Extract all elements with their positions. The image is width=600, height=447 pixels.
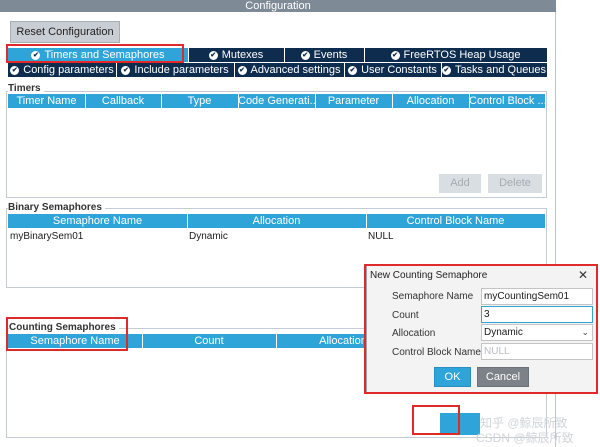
check-circle-icon: ✔ <box>208 50 218 60</box>
tab-label: Events <box>313 49 348 62</box>
check-circle-icon: ✔ <box>121 65 131 75</box>
add-timer-button[interactable]: Add <box>439 174 481 193</box>
tab-label: Config parameters <box>23 64 114 77</box>
column-header[interactable]: Control Block ... <box>469 94 545 108</box>
column-header[interactable]: Count <box>142 334 277 348</box>
highlight-add-button <box>412 405 460 435</box>
timers-table-header: Timer Name Callback Type Code Generati..… <box>8 94 545 108</box>
column-header[interactable]: Allocation <box>392 94 470 108</box>
tab-label: Include parameters <box>134 64 229 77</box>
tab-label: User Constants <box>361 64 437 77</box>
column-header[interactable]: Code Generati... <box>238 94 316 108</box>
tab-tasks-and-queues[interactable]: ✔ Tasks and Queues <box>441 63 547 77</box>
check-circle-icon: ✔ <box>237 65 247 75</box>
check-circle-icon: ✔ <box>348 65 358 75</box>
binary-semaphores-section-label: Binary Semaphores <box>8 202 105 213</box>
tab-events[interactable]: ✔ Events <box>284 48 365 62</box>
binary-table-header: Semaphore Name Allocation Control Block … <box>8 214 545 228</box>
tab-include-parameters[interactable]: ✔ Include parameters <box>116 63 235 77</box>
tab-advanced-settings[interactable]: ✔ Advanced settings <box>234 63 345 77</box>
highlight-active-tab <box>6 44 184 63</box>
column-header[interactable]: Semaphore Name <box>8 214 188 228</box>
timers-section-label: Timers <box>8 83 44 94</box>
allocation-cell: Dynamic <box>189 231 228 242</box>
tab-freertos-heap-usage[interactable]: ✔ FreeRTOS Heap Usage <box>364 48 547 62</box>
tab-label: FreeRTOS Heap Usage <box>403 49 521 62</box>
check-circle-icon: ✔ <box>300 50 310 60</box>
column-header[interactable]: Allocation <box>187 214 367 228</box>
column-header[interactable]: Type <box>161 94 239 108</box>
reset-configuration-button[interactable]: Reset Configuration <box>10 21 120 43</box>
semaphore-name-cell: myBinarySem01 <box>10 231 84 242</box>
check-circle-icon: ✔ <box>441 65 451 75</box>
table-row[interactable]: myBinarySem01 Dynamic NULL <box>8 230 545 244</box>
tab-config-parameters[interactable]: ✔ Config parameters <box>8 63 117 77</box>
tab-label: Tasks and Queues <box>454 64 547 77</box>
tab-bar-secondary: ✔ Config parameters ✔ Include parameters ✔… <box>8 63 547 77</box>
delete-timer-button[interactable]: Delete <box>488 174 542 193</box>
check-circle-icon: ✔ <box>390 50 400 60</box>
highlight-dialog <box>364 264 598 394</box>
control-block-cell: NULL <box>368 231 394 242</box>
column-header[interactable]: Control Block Name <box>366 214 545 228</box>
tab-label: Mutexes <box>221 49 264 62</box>
tab-label: Advanced settings <box>250 64 341 77</box>
highlight-counting-semaphores <box>6 317 128 351</box>
watermark-line-2: CSDN @鲸辰所致 <box>476 431 574 445</box>
window-title: Configuration <box>0 0 556 12</box>
column-header[interactable]: Timer Name <box>8 94 86 108</box>
check-circle-icon: ✔ <box>10 65 20 75</box>
column-header[interactable]: Parameter <box>315 94 393 108</box>
tab-user-constants[interactable]: ✔ User Constants <box>344 63 442 77</box>
tab-mutexes[interactable]: ✔ Mutexes <box>188 48 285 62</box>
column-header[interactable]: Callback <box>85 94 162 108</box>
